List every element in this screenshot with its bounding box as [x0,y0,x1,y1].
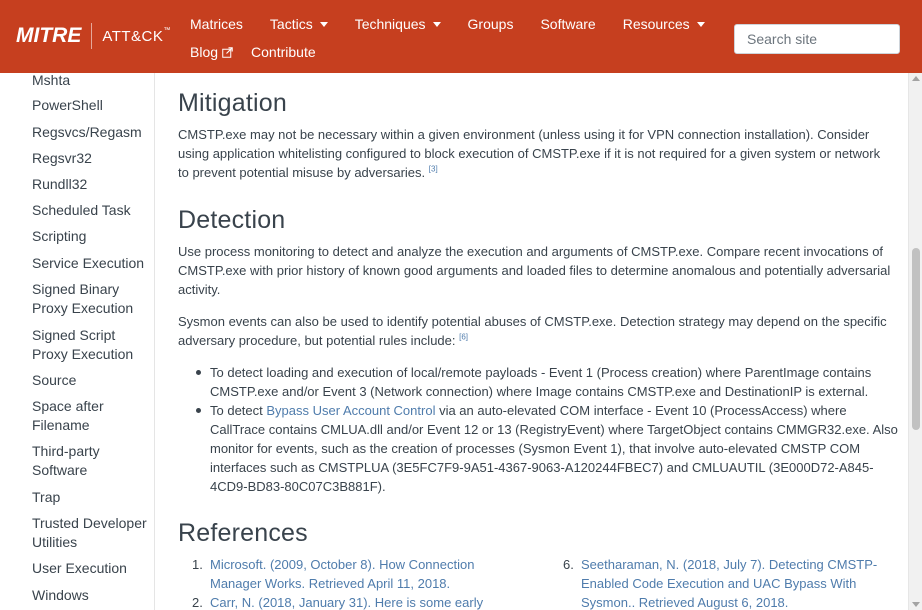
mitigation-heading: Mitigation [178,89,287,117]
logo-divider [91,23,93,49]
reference-number: 1. [192,557,203,572]
sidebar-item-scheduled-task[interactable]: Scheduled Task [32,201,150,220]
reference-text: Microsoft. (2009, October 8). How Connec… [210,557,475,591]
logo-trademark: ™ [163,26,171,34]
nav-techniques-label: Techniques [354,16,426,32]
bullet-dot-icon [196,408,201,413]
sidebar-item-signed-script-proxy-execution[interactable]: Signed Script Proxy Execution [32,326,150,364]
external-link-icon [222,46,233,58]
mitre-attack-logo[interactable]: MITRE ATT&CK ™ [16,22,170,50]
sidebar-item-windows[interactable]: Windows [32,586,150,605]
mitigation-citation-link[interactable]: [3] [429,165,438,174]
nav-tactics-label: Tactics [269,16,313,32]
sidebar-item-trusted-developer-utilities[interactable]: Trusted Developer Utilities [32,514,150,552]
sidebar-item-source[interactable]: Source [32,371,150,390]
reference-text: Carr, N. (2018, January 31). Here is som… [210,595,484,610]
detection-rules-list: To detect loading and execution of local… [191,363,901,496]
main-content: Mitigation CMSTP.exe may not be necessar… [178,73,908,610]
detection-heading: Detection [178,206,286,234]
technique-sidebar: Mshta PowerShell Regsvcs/Regasm Regsvr32… [0,73,155,610]
nav-contribute-label: Contribute [251,44,316,60]
nav-blog[interactable]: Blog [190,44,233,60]
caret-down-icon [319,22,328,27]
sidebar-item-powershell[interactable]: PowerShell [32,96,150,115]
detection-paragraph-1: Use process monitoring to detect and ana… [178,244,891,297]
references-column-right: 6. Seetharaman, N. (2018, July 7). Detec… [563,555,883,610]
detection-rule-2-pre: To detect [210,403,267,418]
detection-paragraph-2: Sysmon events can also be used to identi… [178,312,894,350]
nav-blog-label: Blog [190,44,219,60]
sidebar-item-space-after-filename[interactable]: Space after Filename [32,397,150,435]
detection-rule-1: To detect loading and execution of local… [210,365,872,399]
nav-row-secondary: Blog Contribute [190,44,343,60]
sidebar-item-scripting[interactable]: Scripting [32,227,150,246]
sidebar-item-regsvr32[interactable]: Regsvr32 [32,149,150,168]
bullet-dot-icon [196,370,201,375]
page-scrollbar[interactable] [908,73,922,610]
detection-citation-link[interactable]: [6] [459,333,468,342]
scroll-up-arrow-icon[interactable] [912,76,920,81]
nav-software[interactable]: Software [540,16,595,32]
nav-resources-dropdown[interactable]: Resources [623,16,705,32]
logo-mitre-text: MITRE [16,24,82,47]
nav-resources-label: Resources [622,16,690,32]
sidebar-item-signed-binary-proxy-execution[interactable]: Signed Binary Proxy Execution [32,280,150,318]
mitigation-body: CMSTP.exe may not be necessary within a … [178,127,881,180]
nav-matrices[interactable]: Matrices [190,16,243,32]
sidebar-item-trap[interactable]: Trap [32,488,150,507]
nav-groups-label: Groups [467,16,514,32]
logo-attack-text: ATT&CK [102,27,164,45]
search-input[interactable] [734,24,900,54]
nav-matrices-label: Matrices [190,16,243,32]
sidebar-item-rundll32[interactable]: Rundll32 [32,175,150,194]
sidebar-item-service-execution[interactable]: Service Execution [32,254,150,273]
sidebar-item-user-execution[interactable]: User Execution [32,559,150,578]
mitigation-text: CMSTP.exe may not be necessary within a … [178,125,894,182]
reference-number: 2. [192,595,203,610]
reference-item[interactable]: 2. Carr, N. (2018, January 31). Here is … [192,593,492,610]
reference-item[interactable]: 1. Microsoft. (2009, October 8). How Con… [192,555,492,593]
sidebar-item-regsvcs[interactable]: Regsvcs/Regasm [32,123,150,142]
sidebar-item-mshta[interactable]: Mshta [32,73,150,90]
reference-text: Seetharaman, N. (2018, July 7). Detectin… [581,557,878,610]
sidebar-item-third-party-software[interactable]: Third-party Software [32,442,150,480]
nav-row-primary: Matrices Tactics Techniques Groups Softw… [190,16,732,32]
references-heading: References [178,519,308,547]
caret-down-icon [696,22,705,27]
detection-paragraph-2-body: Sysmon events can also be used to identi… [178,314,887,348]
list-item: To detect loading and execution of local… [191,363,901,401]
scrollbar-thumb[interactable] [912,248,920,430]
nav-contribute[interactable]: Contribute [251,44,316,60]
reference-number: 6. [563,557,574,572]
reference-item[interactable]: 6. Seetharaman, N. (2018, July 7). Detec… [563,555,883,610]
nav-tactics-dropdown[interactable]: Tactics [270,16,328,32]
nav-techniques-dropdown[interactable]: Techniques [355,16,441,32]
nav-groups[interactable]: Groups [468,16,514,32]
scroll-down-arrow-icon[interactable] [912,602,920,607]
bypass-uac-link[interactable]: Bypass User Account Control [266,403,435,418]
nav-software-label: Software [540,16,596,32]
top-navbar: MITRE ATT&CK ™ Matrices Tactics Technique… [0,0,922,73]
references-column-left: 1. Microsoft. (2009, October 8). How Con… [192,555,492,610]
list-item: To detect Bypass User Account Control vi… [191,401,901,496]
caret-down-icon [432,22,441,27]
